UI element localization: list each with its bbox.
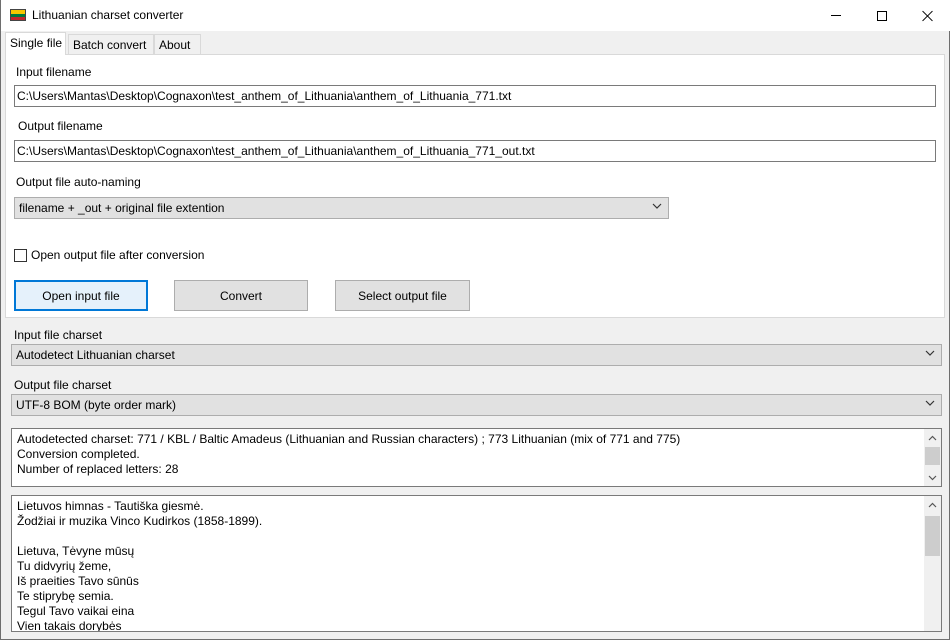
chevron-down-icon: [925, 400, 935, 406]
log-line: Conversion completed.: [17, 447, 140, 461]
title-bar[interactable]: Lithuanian charset converter: [1, 0, 950, 31]
output-charset-value: UTF-8 BOM (byte order mark): [16, 398, 177, 412]
preview-line: Žodžiai ir muzika Vinco Kudirkos (1858-1…: [17, 514, 263, 528]
log-scrollbar[interactable]: [924, 429, 941, 486]
select-output-file-button[interactable]: Select output file: [335, 280, 470, 311]
output-charset-label: Output file charset: [14, 378, 112, 392]
chevron-down-icon: [925, 350, 935, 356]
preview-line: Vien takais dorybės: [17, 619, 122, 632]
preview-line: Tegul Tavo vaikai eina: [17, 604, 135, 618]
auto-naming-select[interactable]: filename + _out + original file extentio…: [14, 197, 669, 219]
log-line: Number of replaced letters: 28: [17, 462, 179, 476]
single-file-panel: Input filename C:\Users\Mantas\Desktop\C…: [5, 54, 945, 318]
select-output-file-label: Select output file: [358, 288, 447, 303]
tab-batch-convert[interactable]: Batch convert: [68, 34, 154, 54]
log-scroll-thumb[interactable]: [925, 447, 940, 465]
input-filename-label: Input filename: [16, 65, 92, 79]
preview-line: Iš praeities Tavo sūnūs: [17, 574, 139, 588]
scroll-up-icon[interactable]: [924, 429, 941, 446]
output-charset-select[interactable]: UTF-8 BOM (byte order mark): [11, 394, 942, 416]
preview-scrollbar[interactable]: [924, 496, 941, 631]
app-window: Lithuanian charset converter Single file…: [0, 0, 950, 640]
open-after-checkbox[interactable]: [14, 249, 27, 262]
minimize-icon: [831, 15, 841, 16]
scroll-down-icon[interactable]: [924, 469, 941, 486]
output-filename-label: Output filename: [18, 119, 103, 133]
open-input-file-button[interactable]: Open input file: [14, 280, 148, 311]
preview-line: Lietuva, Tėvyne mūsų: [17, 544, 135, 558]
log-line: Autodetected charset: 771 / KBL / Baltic…: [17, 432, 681, 446]
close-button[interactable]: [905, 0, 950, 31]
preview-line: Lietuvos himnas - Tautiška giesmė.: [17, 499, 204, 513]
preview-line: Te stiprybę semia.: [17, 589, 114, 603]
input-filename-field[interactable]: C:\Users\Mantas\Desktop\Cognaxon\test_an…: [14, 85, 936, 107]
preview-line: Tu didvyrių žeme,: [17, 559, 112, 573]
preview-scroll-thumb[interactable]: [925, 516, 940, 556]
input-charset-value: Autodetect Lithuanian charset: [16, 348, 175, 362]
maximize-button[interactable]: [859, 0, 905, 31]
tab-single-file[interactable]: Single file: [5, 32, 66, 55]
close-icon: [922, 10, 934, 22]
input-charset-select[interactable]: Autodetect Lithuanian charset: [11, 344, 942, 366]
lithuanian-flag-icon: [10, 9, 26, 21]
convert-button[interactable]: Convert: [174, 280, 308, 311]
preview-line: [17, 529, 936, 544]
chevron-down-icon: [652, 203, 662, 209]
convert-label: Convert: [219, 288, 263, 303]
auto-naming-label: Output file auto-naming: [16, 175, 141, 189]
output-filename-field[interactable]: C:\Users\Mantas\Desktop\Cognaxon\test_an…: [14, 140, 936, 162]
tab-about[interactable]: About: [154, 34, 201, 54]
auto-naming-value: filename + _out + original file extentio…: [19, 201, 225, 215]
maximize-icon: [877, 10, 887, 21]
minimize-button[interactable]: [813, 0, 859, 31]
open-after-label[interactable]: Open output file after conversion: [31, 248, 204, 262]
scroll-up-icon[interactable]: [924, 496, 941, 513]
window-title: Lithuanian charset converter: [32, 8, 184, 22]
file-preview[interactable]: Lietuvos himnas - Tautiška giesmė. Žodži…: [11, 495, 942, 632]
open-input-file-label: Open input file: [42, 288, 120, 303]
input-charset-label: Input file charset: [14, 328, 103, 342]
status-log[interactable]: Autodetected charset: 771 / KBL / Baltic…: [11, 428, 942, 487]
